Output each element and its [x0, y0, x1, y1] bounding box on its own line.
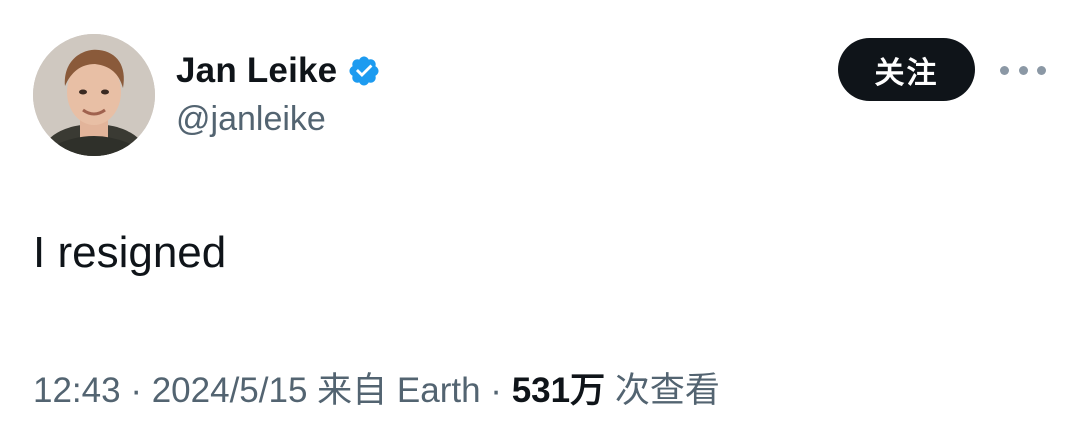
author-handle[interactable]: @janleike — [176, 100, 326, 139]
views-label: 次查看 — [614, 371, 720, 410]
tweet-card: Jan Leike @janleike 关注 I resigned 12:43 … — [0, 0, 1080, 430]
tweet-text: I resigned — [33, 228, 227, 277]
author-name-row: Jan Leike — [176, 50, 381, 92]
tweet-meta: 12:43 · 2024/5/15 来自 Earth · 531万 次查看 — [33, 362, 720, 413]
tweet-source: 来自 Earth — [317, 371, 481, 410]
meta-separator: · — [490, 371, 502, 410]
views-count[interactable]: 531万 — [512, 362, 605, 413]
avatar[interactable] — [33, 34, 155, 156]
more-dot — [1018, 65, 1028, 75]
meta-separator: · — [130, 371, 142, 410]
more-dot — [1037, 65, 1046, 75]
follow-button[interactable]: 关注 — [838, 38, 975, 101]
verified-badge-icon — [347, 54, 381, 88]
more-options-icon[interactable] — [1000, 56, 1046, 84]
tweet-time[interactable]: 12:43 — [33, 371, 121, 411]
tweet-date[interactable]: 2024/5/15 — [152, 371, 308, 411]
display-name[interactable]: Jan Leike — [176, 51, 337, 91]
avatar-image — [33, 34, 155, 156]
more-dot — [1000, 65, 1009, 75]
